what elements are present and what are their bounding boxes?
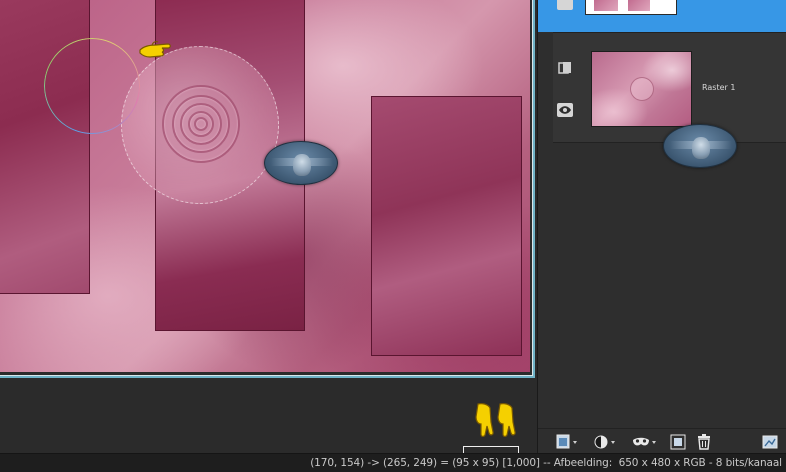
arrow: ->	[367, 457, 380, 469]
delete-layer-button[interactable]	[697, 434, 711, 450]
layer-properties-icon	[762, 435, 778, 449]
image-canvas[interactable]	[0, 0, 530, 372]
layer-row-active[interactable]	[538, 0, 786, 32]
circular-selection[interactable]	[121, 46, 279, 204]
status-text: (170, 154) -> (265, 249) = (95 x 95) [1,…	[310, 457, 782, 469]
separator: --	[543, 457, 551, 469]
layer-name[interactable]: Raster 1	[702, 83, 735, 92]
hand-pointing-icon	[497, 403, 516, 437]
layers-panel[interactable]: Raster 1	[537, 0, 786, 453]
mask-button[interactable]	[631, 434, 659, 450]
watermark-logo	[264, 141, 338, 185]
workspace[interactable]	[0, 0, 537, 453]
layer-thumbnail	[585, 0, 677, 15]
duplicate-layer-icon	[670, 434, 686, 450]
layer-properties-button[interactable]	[762, 434, 778, 450]
zoom-value: [1,000]	[502, 457, 540, 469]
mask-icon	[633, 437, 656, 446]
hand-pointing-icon	[139, 41, 171, 58]
status-bar: (170, 154) -> (265, 249) = (95 x 95) [1,…	[0, 453, 786, 472]
selection-end: (265, 249)	[383, 457, 437, 469]
adjustment-layer-button[interactable]	[594, 434, 618, 450]
selection-size: (95 x 95)	[452, 457, 500, 469]
layer-row[interactable]: Raster 1	[553, 32, 786, 143]
layer-thumbnail	[591, 51, 692, 127]
layers-toolbar	[538, 428, 786, 453]
canvas-frame	[0, 0, 535, 378]
hand-pointing-icon	[475, 403, 494, 437]
equals: =	[440, 457, 449, 469]
image-label: Afbeelding:	[553, 457, 613, 469]
adjustment-layer-icon	[594, 435, 615, 449]
new-layer-icon	[556, 434, 577, 449]
cursor-position: (170, 154)	[310, 457, 365, 469]
new-layer-button[interactable]	[556, 434, 580, 450]
rectangle-right	[371, 96, 522, 356]
eye-icon[interactable]	[557, 103, 573, 117]
ripple-ring	[194, 117, 208, 131]
watermark-logo	[663, 124, 737, 168]
brush-cursor-outline	[44, 38, 140, 134]
eye-icon[interactable]	[557, 0, 573, 10]
image-info: 650 x 480 x RGB - 8 bits/kanaal	[618, 457, 782, 469]
trash-icon	[698, 434, 710, 450]
duplicate-layer-button[interactable]	[670, 434, 686, 450]
layer-group-icon[interactable]	[557, 61, 573, 75]
